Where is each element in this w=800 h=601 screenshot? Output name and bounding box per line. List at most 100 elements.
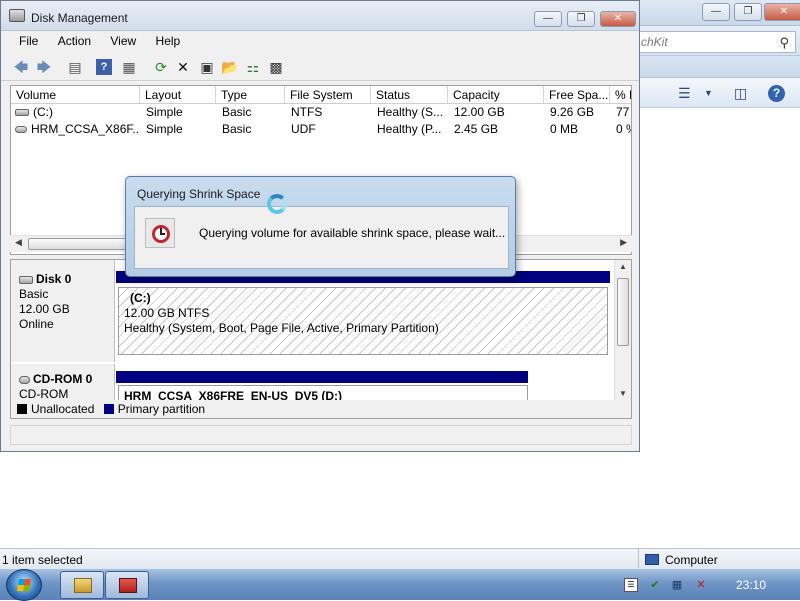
windows-logo-icon <box>17 579 31 591</box>
help-icon[interactable]: ? <box>768 85 785 102</box>
delete-icon[interactable]: ✕ <box>173 57 193 77</box>
disk-view-scrollbar[interactable]: ▲ ▼ <box>614 260 631 400</box>
folder-icon <box>74 578 92 593</box>
querying-shrink-space-dialog: Querying Shrink Space Querying volume fo… <box>125 176 516 277</box>
view-options-icon[interactable]: ☰ <box>678 85 691 102</box>
table-row[interactable]: (C:) Simple Basic NTFS Healthy (S... 12.… <box>11 104 631 121</box>
menu-help[interactable]: Help <box>148 31 189 51</box>
legend-unallocated: Unallocated <box>31 402 95 416</box>
clock-icon <box>145 218 175 248</box>
disk-state: Online <box>19 317 54 331</box>
status-cell: Healthy (P... <box>377 122 442 136</box>
volume-list-header: Volume Layout Type File System Status Ca… <box>11 86 631 104</box>
col-layout[interactable]: Layout <box>140 86 216 104</box>
clock[interactable]: 23:10 <box>736 578 766 592</box>
help-icon[interactable]: ? <box>96 59 112 75</box>
action-pane-icon[interactable]: ▦ <box>119 57 139 77</box>
refresh-icon[interactable]: ⟳ <box>151 57 171 77</box>
type-cell: Basic <box>222 122 252 136</box>
rescan-disks-icon[interactable]: ▩ <box>266 57 286 77</box>
toolbox-icon <box>119 578 137 593</box>
col-capacity[interactable]: Capacity <box>448 86 544 104</box>
unallocated-swatch <box>17 404 27 414</box>
layout-cell: Simple <box>146 105 183 119</box>
menu-bar: File Action View Help <box>1 31 639 53</box>
cd-rom-icon <box>19 375 30 384</box>
hard-disk-icon <box>19 275 33 284</box>
disk-size: 12.00 GB <box>19 302 70 316</box>
explorer-separator-strip <box>636 56 800 78</box>
action-center-icon[interactable]: ✔ <box>648 578 662 592</box>
disk-management-icon <box>9 9 25 22</box>
col-file-system[interactable]: File System <box>285 86 371 104</box>
open-folder-icon[interactable]: 📂 <box>220 57 240 77</box>
chevron-down-icon[interactable]: ▼ <box>704 88 713 98</box>
table-row[interactable]: HRM_CCSA_X86F... Simple Basic UDF Health… <box>11 121 631 138</box>
dm-titlebar: Disk Management — ❐ ✕ <box>1 1 639 31</box>
capacity-cell: 12.00 GB <box>454 105 505 119</box>
notes-icon[interactable]: ☰ <box>624 578 638 592</box>
disk-graphical-view: Disk 0 Basic 12.00 GB Online (C:) 12.00 … <box>10 259 632 419</box>
close-button[interactable]: ✕ <box>600 11 636 27</box>
col-free-space[interactable]: Free Spa... <box>544 86 610 104</box>
volume-muted-icon[interactable]: ✕ <box>694 578 708 592</box>
percent-free-cell: 0 % <box>616 122 631 136</box>
legend-primary-partition: Primary partition <box>117 402 206 416</box>
cdrom-0-label[interactable]: CD-ROM 0 CD-ROM <box>11 364 115 404</box>
dm-status-bar <box>10 425 632 445</box>
explorer-search-input[interactable]: chKit ⚲ <box>636 31 796 53</box>
console-tree-icon[interactable]: ▤ <box>65 57 85 77</box>
network-icon[interactable]: ▦ <box>670 578 684 592</box>
partition-name: (C:) <box>130 291 151 305</box>
scroll-right-icon[interactable]: ▶ <box>620 237 627 248</box>
minimize-button[interactable]: — <box>534 11 562 27</box>
hard-drive-icon <box>15 109 29 117</box>
cd-drive-icon <box>15 126 27 134</box>
preview-pane-icon[interactable]: ◫ <box>734 85 747 102</box>
search-icon[interactable]: ⚲ <box>779 35 789 51</box>
back-arrow-icon[interactable]: 🡄 <box>11 57 31 77</box>
col-type[interactable]: Type <box>216 86 285 104</box>
explorer-address-area: chKit ⚲ <box>636 26 800 56</box>
dialog-title: Querying Shrink Space <box>137 187 261 201</box>
busy-cursor-icon <box>267 194 287 214</box>
toolbar: 🡄 🡆 ▤ ? ▦ ⟳ ✕ ▣ 📂 ⚏ ▩ <box>1 53 639 81</box>
taskbar-explorer-button[interactable] <box>60 571 104 599</box>
explorer-minimize-button[interactable]: — <box>702 3 730 21</box>
explorer-maximize-button[interactable]: ❐ <box>734 3 762 21</box>
scrollbar-thumb[interactable] <box>617 278 629 346</box>
type-cell: Basic <box>222 105 252 119</box>
col-volume[interactable]: Volume <box>11 86 140 104</box>
location-status: Computer <box>638 549 724 569</box>
forward-arrow-icon[interactable]: 🡆 <box>34 57 54 77</box>
taskbar-disk-management-button[interactable] <box>105 571 149 599</box>
explorer-close-button[interactable]: ✕ <box>764 3 800 21</box>
explorer-status-bar: 1 item selected Computer <box>0 548 800 569</box>
maximize-button[interactable]: ❐ <box>567 11 595 27</box>
explorer-window: — ❐ ✕ chKit ⚲ ☰ ▼ ◫ ? <box>636 0 800 548</box>
menu-file[interactable]: File <box>11 31 46 51</box>
start-button[interactable] <box>6 569 42 601</box>
partition-c[interactable]: (C:) 12.00 GB NTFS Healthy (System, Boot… <box>118 287 608 355</box>
scroll-left-icon[interactable]: ◀ <box>15 237 22 248</box>
properties-icon[interactable]: ▣ <box>197 57 217 77</box>
scroll-down-icon[interactable]: ▼ <box>619 389 627 398</box>
col-status[interactable]: Status <box>371 86 448 104</box>
explore-icon[interactable]: ⚏ <box>243 57 263 77</box>
primary-partition-swatch <box>103 404 114 414</box>
status-cell: Healthy (S... <box>377 105 444 119</box>
menu-view[interactable]: View <box>102 31 144 51</box>
menu-action[interactable]: Action <box>50 31 99 51</box>
disk-0-label[interactable]: Disk 0 Basic 12.00 GB Online <box>11 260 115 362</box>
col-percent-free[interactable]: % F <box>610 86 631 104</box>
selection-status: 1 item selected <box>2 553 83 567</box>
scroll-up-icon[interactable]: ▲ <box>619 262 627 271</box>
explorer-toolbar: ☰ ▼ ◫ ? <box>636 78 800 108</box>
system-tray: ☰ ✔ ▦ ✕ 23:10 <box>610 569 800 601</box>
dm-title: Disk Management <box>31 11 128 25</box>
volume-cell: (C:) <box>15 105 140 119</box>
free-space-cell: 0 MB <box>550 122 579 136</box>
disk-type: Basic <box>19 287 49 301</box>
legend: Unallocated Primary partition <box>11 400 631 418</box>
dialog-message: Querying volume for available shrink spa… <box>199 226 506 240</box>
